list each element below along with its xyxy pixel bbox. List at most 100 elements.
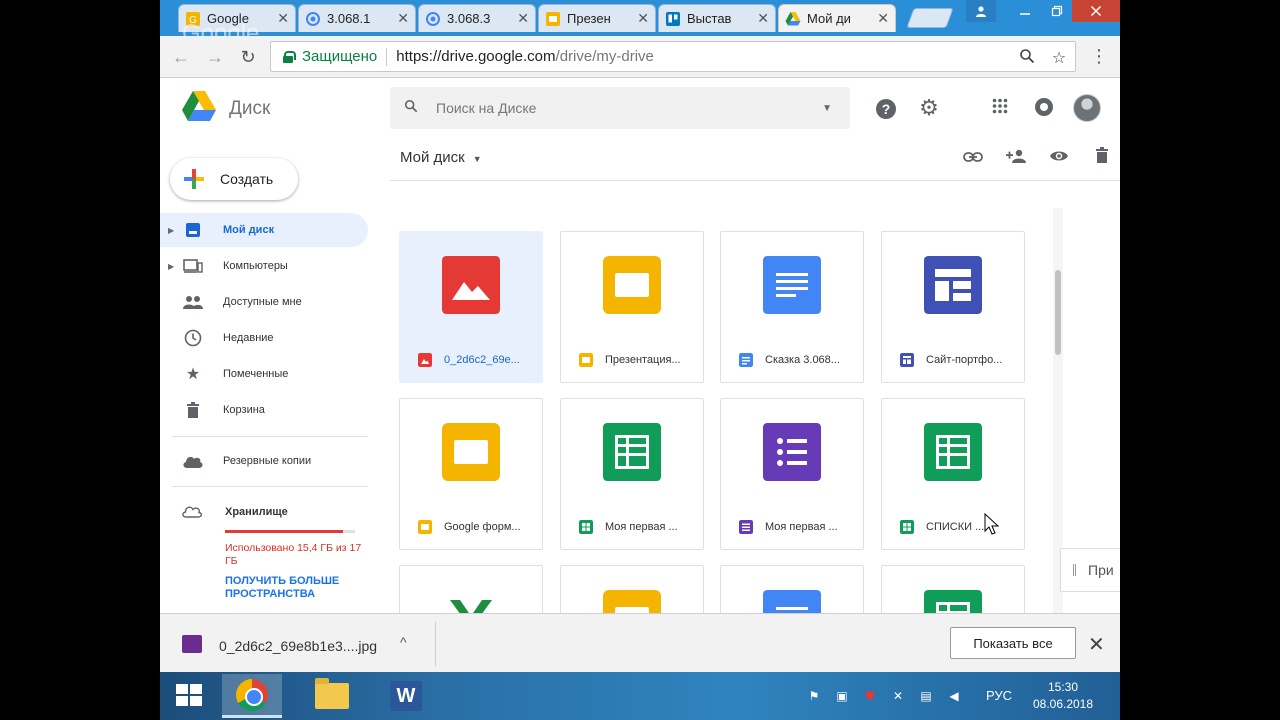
sidebar-item-trash[interactable]: Корзина — [160, 393, 368, 427]
new-tab-button[interactable] — [906, 8, 954, 28]
file-card[interactable] — [399, 565, 543, 613]
share-add-person-icon[interactable] — [1004, 147, 1028, 171]
network-tray-icon[interactable]: ▤ — [918, 688, 934, 704]
file-card[interactable]: Моя первая ... — [720, 398, 864, 550]
address-bar[interactable]: Защищено https://drive.google.com /drive… — [270, 41, 1076, 72]
download-file-name[interactable]: 0_2d6c2_69e8b1e3....jpg — [219, 638, 377, 654]
file-card[interactable]: Презентация... — [560, 231, 704, 383]
storage-label[interactable]: Хранилище — [225, 506, 288, 518]
create-button[interactable]: Создать — [170, 158, 298, 200]
file-card[interactable] — [881, 565, 1025, 613]
delete-trash-icon[interactable] — [1090, 147, 1114, 171]
sidebar-item-label: Недавние — [223, 332, 274, 344]
file-card[interactable]: Сказка 3.068... — [720, 231, 864, 383]
apps-grid-icon[interactable] — [989, 97, 1011, 119]
get-link-icon[interactable] — [961, 147, 985, 171]
search-options-icon[interactable]: ▼ — [822, 103, 832, 114]
get-more-storage-link[interactable]: ПОЛУЧИТЬ БОЛЬШЕ ПРОСТРАНСТВА — [225, 575, 365, 601]
browser-menu-icon[interactable]: ⋮ — [1090, 46, 1108, 68]
tab-close-icon[interactable]: ✕ — [757, 10, 769, 27]
chevron-up-icon[interactable]: ^ — [400, 634, 407, 650]
avatar[interactable] — [1073, 94, 1101, 122]
preview-eye-icon[interactable] — [1047, 147, 1071, 171]
sidebar-item-label: Резервные копии — [223, 455, 312, 467]
window-close-icon[interactable] — [1072, 0, 1120, 22]
search-input[interactable]: Поиск на Диске ▼ — [390, 87, 850, 129]
file-card[interactable]: Google форм... — [399, 398, 543, 550]
windows-start-icon[interactable] — [176, 684, 204, 708]
scrollbar-thumb[interactable] — [1055, 270, 1061, 355]
url-path: /drive/my-drive — [555, 48, 654, 65]
sites-file-icon — [924, 256, 982, 314]
loading-icon — [306, 11, 320, 26]
image-file-icon — [442, 256, 500, 314]
storage-progress-fill — [225, 530, 343, 533]
slides-file-icon — [442, 423, 500, 481]
volume-icon[interactable]: ◀ — [946, 688, 962, 704]
sidebar-item-label: Корзина — [223, 404, 265, 416]
file-card[interactable]: 0_2d6c2_69e... — [399, 231, 543, 383]
clock[interactable]: 15:30 08.06.2018 — [1032, 679, 1094, 713]
reload-icon[interactable]: ↻ — [237, 46, 259, 68]
tab-label: Мой ди — [807, 11, 851, 26]
drive-logo-icon[interactable] — [182, 91, 216, 121]
browser-tab-2[interactable]: 3.068.1 ✕ — [298, 4, 416, 32]
flag-tray-icon[interactable]: ⚑ — [806, 688, 822, 704]
tab-close-icon[interactable]: ✕ — [877, 10, 889, 27]
file-card[interactable]: Сайт-портфо... — [881, 231, 1025, 383]
explorer-taskbar-button[interactable] — [302, 674, 362, 718]
sidebar-item-backups[interactable]: Резервные копии — [160, 444, 368, 478]
browser-tab-6[interactable]: Мой ди ✕ — [778, 4, 896, 32]
browser-tab-5[interactable]: Выстав ✕ — [658, 4, 776, 32]
tab-close-icon[interactable]: ✕ — [517, 10, 529, 27]
drive-title[interactable]: Диск — [229, 98, 270, 120]
sidebar-item-shared[interactable]: Доступные мне — [160, 285, 368, 319]
slides-type-icon — [418, 520, 432, 534]
expand-arrow-icon[interactable]: ▶ — [168, 262, 180, 271]
slides-file-icon — [603, 256, 661, 314]
sidebar-item-computers[interactable]: ▶ Компьютеры — [160, 249, 368, 283]
language-indicator[interactable]: РУС — [986, 688, 1012, 703]
sidebar-item-my-drive[interactable]: ▶ Мой диск — [160, 213, 368, 247]
network-manager-tray-icon[interactable]: ▣ — [834, 688, 850, 704]
file-card[interactable] — [720, 565, 864, 613]
browser-tab-3[interactable]: 3.068.3 ✕ — [418, 4, 536, 32]
back-arrow-icon[interactable]: ← — [170, 46, 192, 68]
tab-close-icon[interactable]: ✕ — [277, 10, 289, 27]
side-panel-handle[interactable]: При — [1060, 548, 1120, 592]
breadcrumb[interactable]: Мой диск ▼ — [400, 149, 482, 166]
browser-toolbar: ← → ↻ Защищено https://drive.google.com … — [160, 36, 1120, 78]
file-card[interactable]: СПИСКИ ... — [881, 398, 1025, 550]
grip-icon — [1073, 564, 1076, 576]
drive-icon — [785, 11, 801, 25]
restore-icon[interactable] — [1042, 0, 1072, 22]
create-label: Создать — [220, 171, 274, 187]
expand-arrow-icon[interactable]: ▶ — [168, 226, 180, 235]
close-icon[interactable]: ✕ — [1088, 632, 1105, 657]
forms-file-icon — [763, 423, 821, 481]
profile-icon[interactable] — [966, 0, 996, 22]
settings-gear-icon[interactable]: ⚙ — [918, 97, 940, 119]
sidebar-item-recent[interactable]: Недавние — [160, 321, 368, 355]
notifications-icon[interactable] — [1033, 97, 1055, 119]
minimize-icon[interactable] — [1010, 0, 1040, 22]
forward-arrow-icon[interactable]: → — [204, 46, 226, 68]
zoom-icon[interactable] — [1017, 48, 1037, 68]
clock-time: 15:30 — [1047, 680, 1079, 694]
computers-icon — [182, 257, 204, 275]
chevron-down-icon: ▼ — [472, 154, 482, 164]
tools-tray-icon[interactable]: ✕ — [890, 688, 906, 704]
sidebar-item-starred[interactable]: ★ Помеченные — [160, 357, 368, 391]
bookmark-star-icon[interactable]: ☆ — [1049, 48, 1069, 68]
word-taskbar-button[interactable]: W — [376, 674, 436, 718]
file-card[interactable] — [560, 565, 704, 613]
chrome-taskbar-button[interactable] — [222, 674, 282, 718]
tab-close-icon[interactable]: ✕ — [397, 10, 409, 27]
tab-close-icon[interactable]: ✕ — [637, 10, 649, 27]
taskbar: W ⚑ ▣ ⛊ ✕ ▤ ◀ РУС 15:30 08.06.2018 — [160, 672, 1120, 720]
browser-tab-4[interactable]: Презен ✕ — [538, 4, 656, 32]
show-all-button[interactable]: Показать все — [950, 627, 1076, 659]
help-icon[interactable]: ? — [875, 97, 897, 119]
shield-tray-icon[interactable]: ⛊ — [862, 688, 878, 704]
file-card[interactable]: Моя первая ... — [560, 398, 704, 550]
